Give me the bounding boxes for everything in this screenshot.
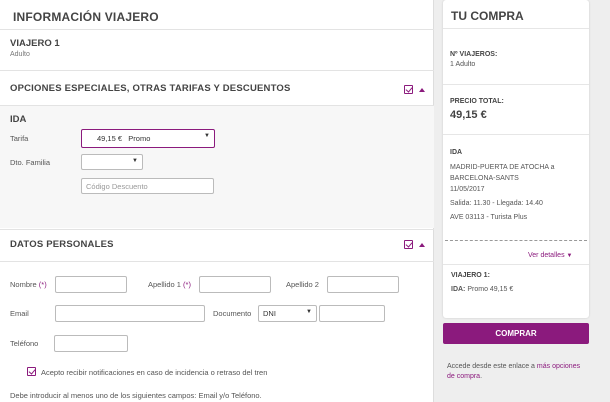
details-link[interactable]: Ver detalles ▼	[528, 252, 573, 259]
documento-label: Documento	[213, 309, 252, 318]
chevron-down-icon: ▼	[204, 133, 210, 139]
chevron-down-icon: ▼	[566, 253, 573, 259]
collapse-up-icon[interactable]	[419, 243, 425, 247]
apellido1-input[interactable]	[199, 276, 271, 293]
tarifa-name: Promo	[128, 134, 151, 143]
traveler-info-title: INFORMACIÓN VIAJERO	[13, 10, 159, 24]
divider	[0, 229, 434, 230]
divider	[443, 28, 589, 29]
special-options-checkbox[interactable]	[404, 85, 413, 94]
trip-route: MADRID-PUERTA DE ATOCHA a BARCELONA-SANT…	[450, 164, 555, 182]
discount-code-input[interactable]: Código Descuento	[81, 178, 214, 194]
traveler-heading: VIAJERO 1	[10, 38, 60, 49]
dto-familia-label: Dto. Familia	[10, 158, 51, 167]
notify-checkbox[interactable]	[27, 367, 36, 376]
special-options-title: OPCIONES ESPECIALES, OTRAS TARIFAS Y DES…	[10, 83, 291, 94]
documento-number-input[interactable]	[319, 305, 385, 322]
divider	[0, 70, 434, 71]
divider	[443, 264, 589, 265]
num-travelers-label: Nº VIAJEROS:	[450, 51, 498, 58]
ida-label: IDA	[10, 114, 27, 125]
special-options-body	[0, 106, 434, 228]
tarifa-select[interactable]: 49,15 € Promo ▼	[81, 129, 215, 148]
divider	[0, 29, 434, 30]
nombre-label: Nombre (*)	[10, 280, 47, 289]
telefono-input[interactable]	[54, 335, 128, 352]
chevron-down-icon: ▼	[132, 158, 138, 164]
apellido2-input[interactable]	[327, 276, 399, 293]
footer-note: Debe introducir al menos uno de los sigu…	[10, 391, 262, 400]
traveler-summary: IDA: Promo 49,15 €	[451, 286, 514, 293]
email-input[interactable]	[55, 305, 205, 322]
dto-familia-select[interactable]: ▼	[81, 154, 143, 170]
traveler-type: Adulto	[10, 51, 30, 58]
notify-checkbox-label: Acepto recibir notificaciones en caso de…	[41, 368, 268, 377]
personal-data-title: DATOS PERSONALES	[10, 239, 114, 250]
total-label: PRECIO TOTAL:	[450, 98, 504, 105]
email-label: Email	[10, 309, 29, 318]
apellido1-label: Apellido 1 (*)	[148, 280, 191, 289]
divider	[0, 261, 434, 262]
dashed-divider	[445, 240, 587, 241]
trip-ida-label: IDA	[450, 149, 463, 156]
purchase-card: TU COMPRA Nº VIAJEROS: 1 Adulto PRECIO T…	[443, 0, 589, 318]
trip-times: Salida: 11.30 - Llegada: 14.40	[450, 200, 543, 207]
personal-data-checkbox[interactable]	[404, 240, 413, 249]
traveler-summary-label: VIAJERO 1:	[451, 272, 490, 279]
trip-train: AVE 03113 - Turista Plus	[450, 214, 528, 221]
purchase-title: TU COMPRA	[451, 9, 524, 23]
telefono-label: Teléfono	[10, 339, 39, 348]
documento-value: DNI	[263, 309, 276, 318]
more-options-text: Accede desde este enlace a más opciones …	[447, 363, 581, 380]
tarifa-price: 49,15 €	[97, 134, 123, 143]
apellido2-label: Apellido 2	[286, 280, 319, 289]
divider	[443, 134, 589, 135]
total-value: 49,15 €	[450, 109, 487, 121]
chevron-down-icon: ▼	[306, 309, 312, 315]
documento-select[interactable]: DNI ▼	[258, 305, 317, 322]
nombre-input[interactable]	[55, 276, 127, 293]
divider	[443, 84, 589, 85]
tarifa-label: Tarifa	[10, 134, 29, 143]
purchase-summary-panel: TU COMPRA Nº VIAJEROS: 1 Adulto PRECIO T…	[443, 0, 610, 402]
collapse-up-icon[interactable]	[419, 88, 425, 92]
num-travelers-value: 1 Adulto	[450, 61, 476, 68]
traveler-form-panel: INFORMACIÓN VIAJERO VIAJERO 1 Adulto OPC…	[0, 0, 434, 402]
buy-button[interactable]: COMPRAR	[443, 323, 589, 344]
trip-date: 11/05/2017	[450, 186, 485, 193]
discount-code-placeholder: Código Descuento	[86, 182, 148, 191]
